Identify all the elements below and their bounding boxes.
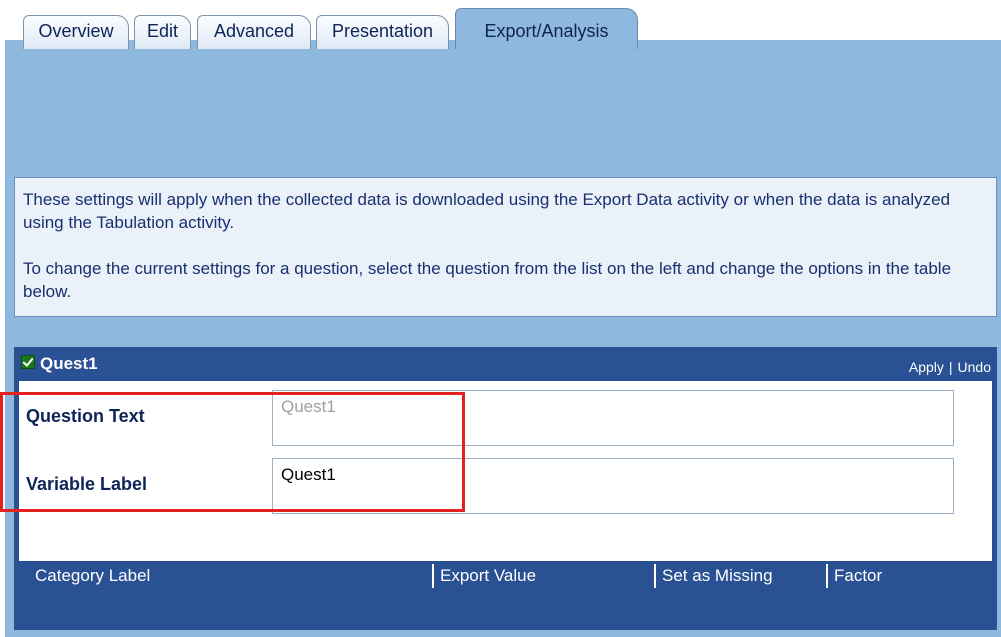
tab-presentation[interactable]: Presentation — [316, 15, 449, 49]
column-header-export-value[interactable]: Export Value — [434, 564, 656, 588]
tab-edit[interactable]: Edit — [134, 15, 191, 49]
variable-label-label: Variable Label — [26, 474, 148, 494]
panel-body: Question Text Quest1 Variable Label Ques… — [19, 381, 992, 561]
info-box: These settings will apply when the colle… — [14, 177, 997, 317]
column-header-category-label[interactable]: Category Label — [29, 564, 434, 588]
export-analysis-screen: Overview Edit Advanced Presentation Expo… — [0, 0, 1001, 637]
column-header-set-as-missing[interactable]: Set as Missing — [656, 564, 828, 588]
actions-separator: | — [948, 359, 953, 375]
variable-label-input[interactable]: Quest1 — [272, 458, 954, 514]
panel-header: Quest1 Apply | Undo — [14, 347, 997, 381]
panel-title: Quest1 — [40, 354, 98, 373]
category-grid-header: Category Label Export Value Set as Missi… — [29, 564, 977, 588]
column-header-factor[interactable]: Factor — [828, 564, 977, 588]
info-paragraph-2: To change the current settings for a que… — [23, 259, 952, 301]
question-text-field: Quest1 — [272, 390, 954, 446]
question-panel: Quest1 Apply | Undo Question Text Quest1 V… — [14, 347, 997, 630]
info-paragraph-1: These settings will apply when the colle… — [23, 190, 951, 232]
tab-bar: Overview Edit Advanced Presentation Expo… — [0, 0, 1001, 49]
tab-advanced[interactable]: Advanced — [197, 15, 311, 49]
checkbox-checked-icon[interactable] — [21, 355, 35, 369]
apply-link[interactable]: Apply — [909, 359, 944, 375]
undo-link[interactable]: Undo — [958, 359, 991, 375]
question-text-label: Question Text — [26, 406, 145, 426]
tab-overview[interactable]: Overview — [23, 15, 129, 49]
header-actions: Apply | Undo — [909, 359, 991, 375]
tab-export-analysis[interactable]: Export/Analysis — [455, 8, 638, 49]
